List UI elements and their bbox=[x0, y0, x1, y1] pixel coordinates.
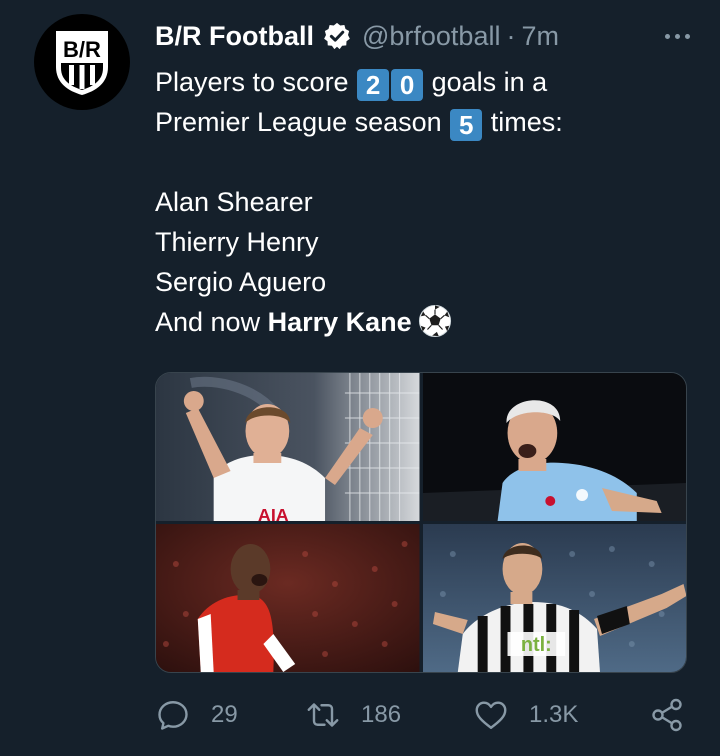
reply-count: 29 bbox=[211, 701, 238, 728]
br-logo-icon: B/R bbox=[56, 31, 108, 95]
tweet-timestamp[interactable]: 7m bbox=[521, 21, 559, 52]
last-line-prefix: And now bbox=[155, 307, 261, 337]
tweet-line-1: Players to score 20 goals in a bbox=[155, 62, 695, 102]
account-handle[interactable]: @brfootball bbox=[362, 21, 500, 52]
tweet-line-2-suffix: times: bbox=[490, 107, 563, 137]
kane-shirt-text: AIA bbox=[258, 505, 289, 521]
tweet-card[interactable]: B/R B/R Football @brfootball · 7m Player… bbox=[0, 0, 720, 756]
player-name: Alan Shearer bbox=[155, 187, 313, 217]
retweet-icon bbox=[307, 703, 339, 727]
media-grid[interactable]: AIA ntl: bbox=[155, 372, 687, 673]
tweet-text: Players to score 20 goals in a Premier L… bbox=[155, 62, 695, 342]
avatar[interactable]: B/R bbox=[34, 14, 130, 110]
more-options-icon[interactable] bbox=[663, 30, 692, 43]
separator-dot: · bbox=[506, 20, 516, 51]
like-button[interactable]: 1.3K bbox=[473, 693, 578, 737]
retweet-button[interactable]: 186 bbox=[305, 693, 401, 737]
player-name: Thierry Henry bbox=[155, 227, 319, 257]
verified-badge-icon bbox=[324, 22, 350, 50]
soccer-ball-icon bbox=[418, 304, 451, 338]
photo-thierry-henry[interactable] bbox=[156, 524, 420, 672]
tweet-last-line: And now Harry Kane bbox=[155, 302, 695, 342]
keycap-zero-emoji: 0 bbox=[391, 69, 424, 101]
photo-alan-shearer[interactable]: ntl: bbox=[422, 524, 686, 672]
heart-icon bbox=[475, 701, 507, 729]
like-count: 1.3K bbox=[529, 701, 579, 728]
tweet-line-2: Premier League season 5 times: bbox=[155, 102, 695, 142]
highlighted-player-name: Harry Kane bbox=[267, 307, 412, 337]
avatar-text: B/R bbox=[63, 37, 101, 62]
photo-sergio-aguero[interactable] bbox=[422, 373, 686, 521]
keycap-two-emoji: 2 bbox=[357, 69, 390, 101]
retweet-count: 186 bbox=[361, 701, 402, 728]
tweet-line-1-prefix: Players to score bbox=[155, 67, 349, 97]
tweet-line-2-prefix: Premier League season bbox=[155, 107, 442, 137]
tweet-header: B/R Football @brfootball · 7m bbox=[155, 16, 692, 56]
photo-harry-kane[interactable]: AIA bbox=[156, 373, 420, 521]
reply-button[interactable]: 29 bbox=[155, 693, 238, 737]
tweet-actions: 29 186 1.3K bbox=[155, 693, 690, 737]
tweet-line-1-suffix: goals in a bbox=[431, 67, 548, 97]
share-icon bbox=[652, 698, 682, 732]
reply-icon bbox=[158, 701, 188, 730]
share-button[interactable] bbox=[649, 693, 685, 737]
player-name: Sergio Aguero bbox=[155, 267, 327, 297]
keycap-five-emoji: 5 bbox=[450, 109, 483, 141]
account-name[interactable]: B/R Football bbox=[155, 21, 314, 52]
shearer-shirt-text: ntl: bbox=[520, 634, 551, 656]
